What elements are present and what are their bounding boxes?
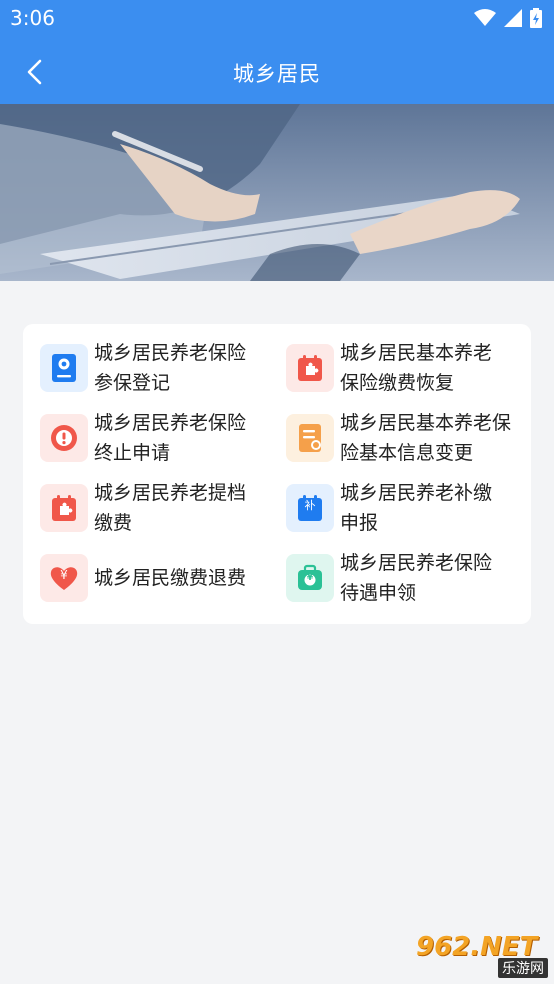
banner-illustration: [0, 104, 554, 281]
watermark-sub: 乐游网: [498, 958, 548, 978]
service-label: 城乡居民缴费退费: [94, 567, 247, 589]
service-label: 城乡居民基本养老保险基本信息变更: [340, 412, 512, 464]
watermark-logo: 962.NET 乐游网: [416, 932, 548, 978]
page-title: 城乡居民: [233, 62, 321, 86]
icon-glyph: ¥: [60, 568, 68, 582]
document-edit-icon: [286, 414, 334, 462]
service-item-payment-resume[interactable]: 城乡居民基本养老保险缴费恢复: [286, 338, 526, 398]
nav-bar: 城乡居民: [0, 38, 554, 104]
service-label: 城乡居民养老补缴申报: [340, 482, 493, 534]
service-item-info-change[interactable]: 城乡居民基本养老保险基本信息变更: [286, 408, 526, 468]
service-item-supplementary-payment[interactable]: 补 城乡居民养老补缴申报: [286, 478, 526, 538]
service-item-benefit-claim[interactable]: ¥ 城乡居民养老保险待遇申领: [286, 548, 526, 608]
icon-glyph: ¥: [306, 573, 314, 583]
supplement-calendar-icon: 补: [286, 484, 334, 532]
icon-glyph: 补: [304, 499, 316, 512]
signal-icon: [504, 9, 522, 27]
wifi-icon: [474, 9, 496, 26]
banner-image: [0, 104, 554, 281]
status-icons: [474, 8, 542, 28]
service-label: 城乡居民基本养老保险缴费恢复: [340, 342, 493, 394]
puzzle-calendar-icon: [286, 344, 334, 392]
wallet-yuan-icon: ¥: [286, 554, 334, 602]
alert-circle-icon: [40, 414, 88, 462]
service-item-registration[interactable]: 城乡居民养老保险参保登记: [40, 338, 270, 398]
service-item-upgrade-payment[interactable]: 城乡居民养老提档缴费: [40, 478, 270, 538]
service-label: 城乡居民养老保险终止申请: [94, 412, 247, 464]
services-card: 城乡居民养老保险参保登记 城乡居民基本养老保险缴费恢复 城乡居民养老保险终止申请…: [23, 324, 531, 624]
status-time: 3:06: [10, 6, 55, 30]
heart-yuan-icon: ¥: [40, 554, 88, 602]
puzzle-calendar-icon: [40, 484, 88, 532]
battery-icon: [530, 8, 542, 28]
service-item-termination[interactable]: 城乡居民养老保险终止申请: [40, 408, 270, 468]
id-book-icon: [40, 344, 88, 392]
service-label: 城乡居民养老保险参保登记: [94, 342, 247, 394]
service-label: 城乡居民养老提档缴费: [94, 482, 247, 534]
service-item-refund[interactable]: ¥ 城乡居民缴费退费: [40, 554, 270, 602]
status-bar: 3:06: [0, 0, 554, 38]
service-label: 城乡居民养老保险待遇申领: [340, 552, 493, 604]
